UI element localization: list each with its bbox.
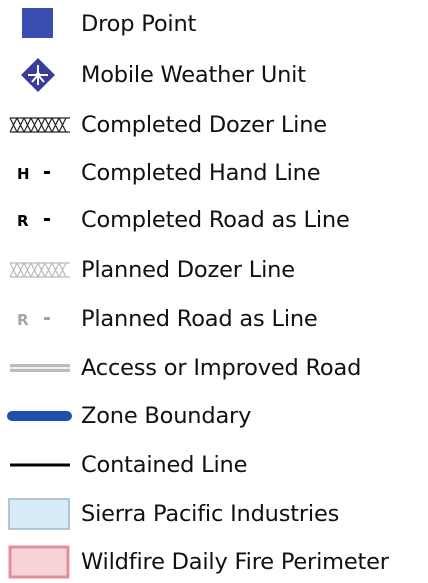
planned-road-marker: R [17, 311, 29, 329]
road-line-marker: R [17, 212, 29, 230]
legend-label: Zone Boundary [81, 403, 252, 429]
planned-dozer-line-icon [0, 250, 76, 290]
legend-item-completed-hand-line: H Completed Hand Line [0, 153, 428, 193]
legend-label: Contained Line [81, 452, 248, 478]
legend-label: Completed Dozer Line [81, 112, 327, 138]
legend-label: Completed Hand Line [81, 160, 321, 186]
hand-line-marker: H [17, 165, 30, 183]
legend-item-sierra-pacific-industries: Sierra Pacific Industries [0, 494, 428, 534]
fire-perimeter-icon [0, 542, 76, 582]
legend-label: Planned Dozer Line [81, 257, 295, 283]
zone-boundary-icon [0, 396, 76, 436]
legend-label: Completed Road as Line [81, 207, 350, 233]
legend-item-mobile-weather-unit: Mobile Weather Unit [0, 55, 428, 95]
legend-item-completed-road-as-line: R Completed Road as Line [0, 200, 428, 240]
completed-dozer-line-icon [0, 105, 76, 145]
legend-label: Mobile Weather Unit [81, 62, 306, 88]
legend-label: Access or Improved Road [81, 355, 362, 381]
sierra-pacific-industries-icon [0, 494, 76, 534]
map-legend: Drop Point Mobile Weather Unit Completed… [0, 0, 428, 583]
mobile-weather-unit-icon [0, 55, 76, 95]
legend-item-zone-boundary: Zone Boundary [0, 396, 428, 436]
legend-item-drop-point: Drop Point [0, 4, 428, 44]
legend-item-access-road: Access or Improved Road [0, 348, 428, 388]
legend-item-completed-dozer-line: Completed Dozer Line [0, 105, 428, 145]
legend-item-contained-line: Contained Line [0, 445, 428, 485]
legend-label: Drop Point [81, 11, 197, 37]
completed-hand-line-icon: H [0, 153, 76, 193]
planned-road-as-line-icon: R [0, 299, 76, 339]
drop-point-icon [0, 4, 76, 44]
legend-item-wildfire-daily-fire-perimeter: Wildfire Daily Fire Perimeter [0, 542, 428, 582]
access-road-icon [0, 348, 76, 388]
completed-road-as-line-icon: R [0, 200, 76, 240]
legend-item-planned-dozer-line: Planned Dozer Line [0, 250, 428, 290]
legend-label: Planned Road as Line [81, 306, 318, 332]
contained-line-icon [0, 445, 76, 485]
legend-label: Sierra Pacific Industries [81, 501, 340, 527]
legend-label: Wildfire Daily Fire Perimeter [81, 549, 389, 575]
legend-item-planned-road-as-line: R Planned Road as Line [0, 299, 428, 339]
